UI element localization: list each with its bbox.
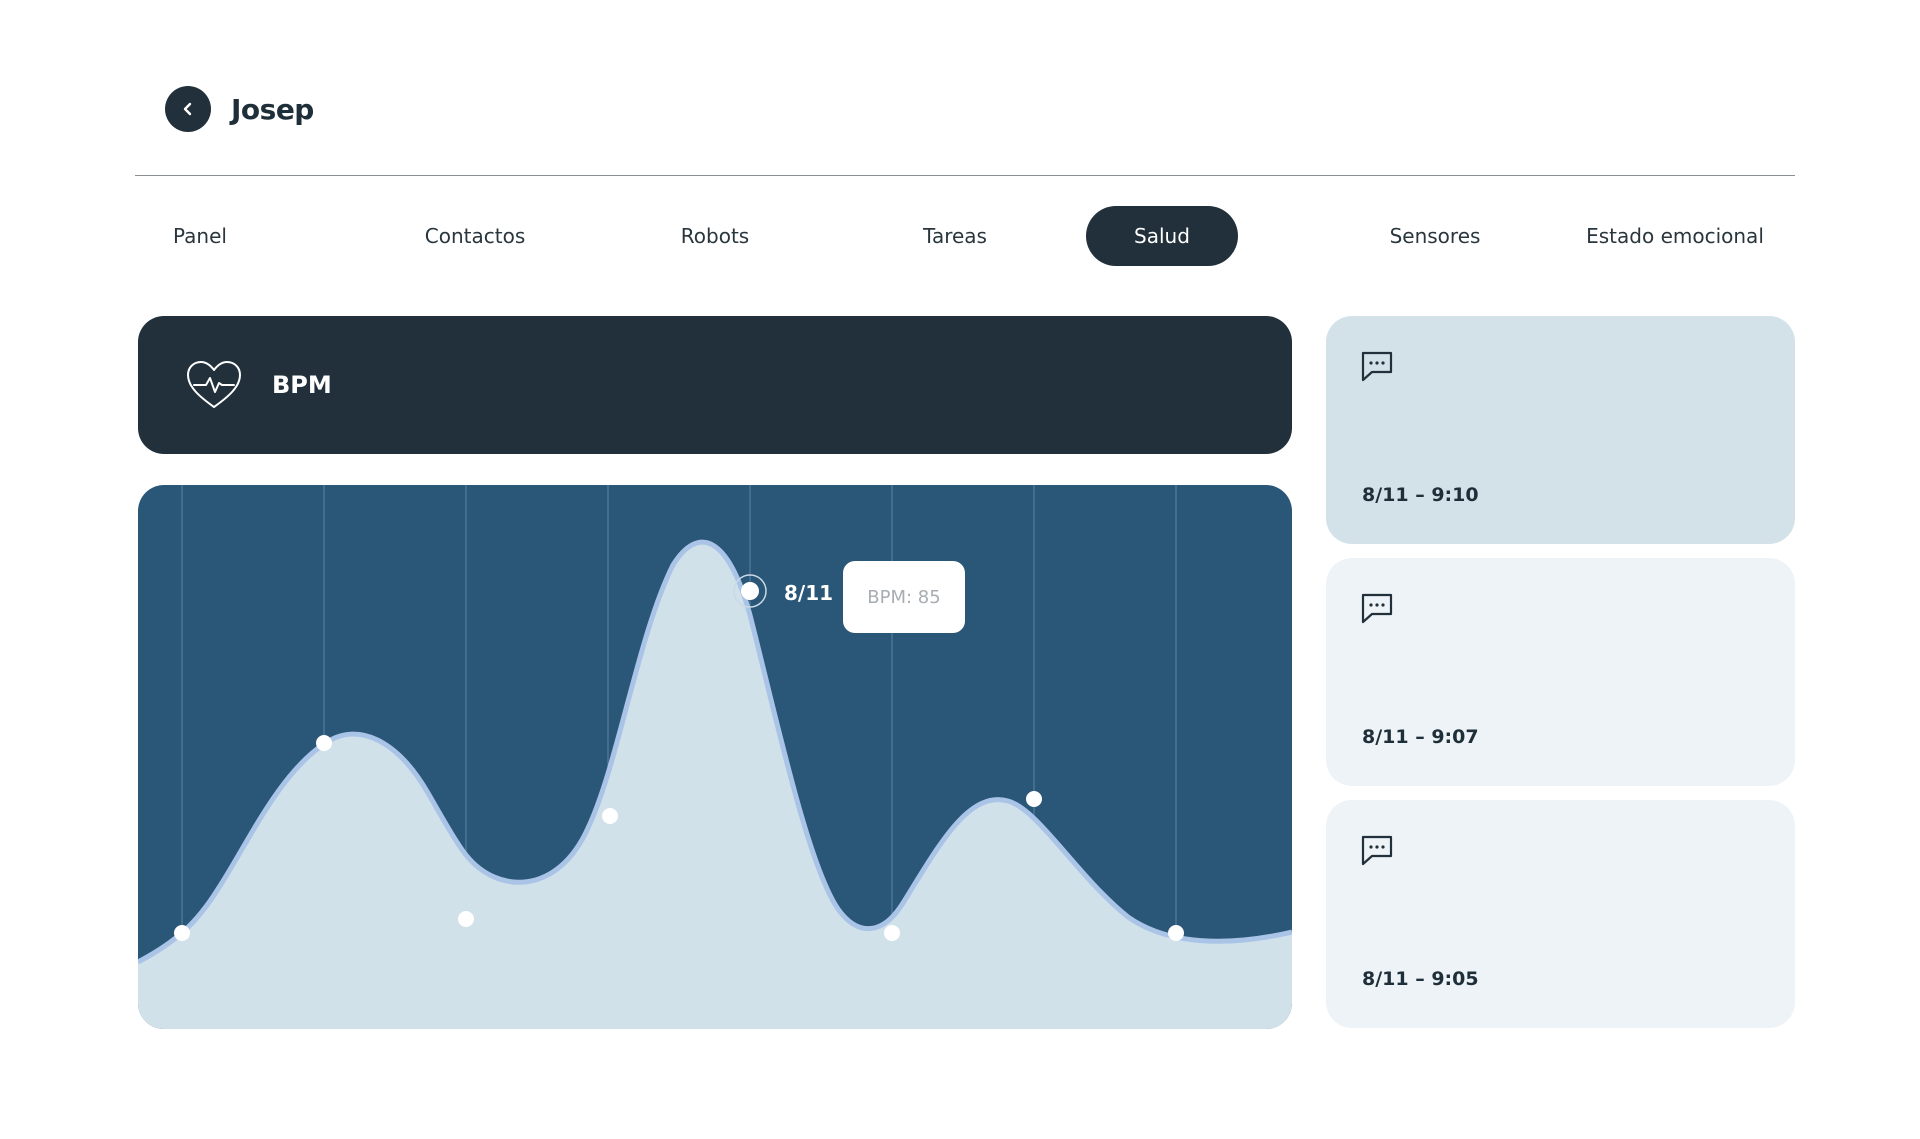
data-point bbox=[458, 911, 474, 927]
chart-area bbox=[138, 542, 1292, 1029]
tab-sensores[interactable]: Sensores bbox=[1335, 206, 1535, 266]
tab-estado-emocional[interactable]: Estado emocional bbox=[1555, 206, 1795, 266]
bpm-header: BPM bbox=[138, 316, 1292, 454]
tab-robots[interactable]: Robots bbox=[615, 206, 815, 266]
data-point bbox=[884, 925, 900, 941]
chat-bubble-icon bbox=[1361, 351, 1393, 382]
tab-salud[interactable]: Salud bbox=[1086, 206, 1238, 266]
chat-bubble-icon bbox=[1361, 593, 1393, 624]
message-card[interactable]: 8/11 – 9:05 bbox=[1326, 800, 1795, 1028]
data-point bbox=[174, 925, 190, 941]
data-point bbox=[316, 735, 332, 751]
message-time: 8/11 – 9:07 bbox=[1362, 726, 1479, 748]
tab-panel[interactable]: Panel bbox=[135, 206, 265, 266]
tab-bar: Panel Contactos Robots Tareas Salud Sens… bbox=[135, 206, 1795, 266]
bpm-chart-svg bbox=[138, 485, 1292, 1029]
chat-bubble-icon bbox=[1361, 835, 1393, 866]
tooltip-value: BPM: 85 bbox=[843, 561, 965, 633]
bpm-title: BPM bbox=[272, 371, 332, 399]
tab-tareas[interactable]: Tareas bbox=[855, 206, 1055, 266]
message-card[interactable]: 8/11 – 9:10 bbox=[1326, 316, 1795, 544]
tooltip-date: 8/11 bbox=[784, 581, 834, 605]
message-time: 8/11 – 9:10 bbox=[1362, 484, 1479, 506]
data-point bbox=[1168, 925, 1184, 941]
heart-pulse-icon bbox=[187, 361, 241, 408]
header: Josep bbox=[165, 86, 314, 132]
data-point bbox=[602, 808, 618, 824]
tab-contactos[interactable]: Contactos bbox=[375, 206, 575, 266]
message-time: 8/11 – 9:05 bbox=[1362, 968, 1479, 990]
message-card[interactable]: 8/11 – 9:07 bbox=[1326, 558, 1795, 786]
data-point bbox=[1026, 791, 1042, 807]
header-divider bbox=[135, 175, 1795, 176]
back-button[interactable] bbox=[165, 86, 211, 132]
chevron-left-icon bbox=[183, 102, 192, 116]
bpm-chart[interactable]: 8/11 BPM: 85 bbox=[138, 485, 1292, 1029]
user-name: Josep bbox=[231, 92, 314, 126]
